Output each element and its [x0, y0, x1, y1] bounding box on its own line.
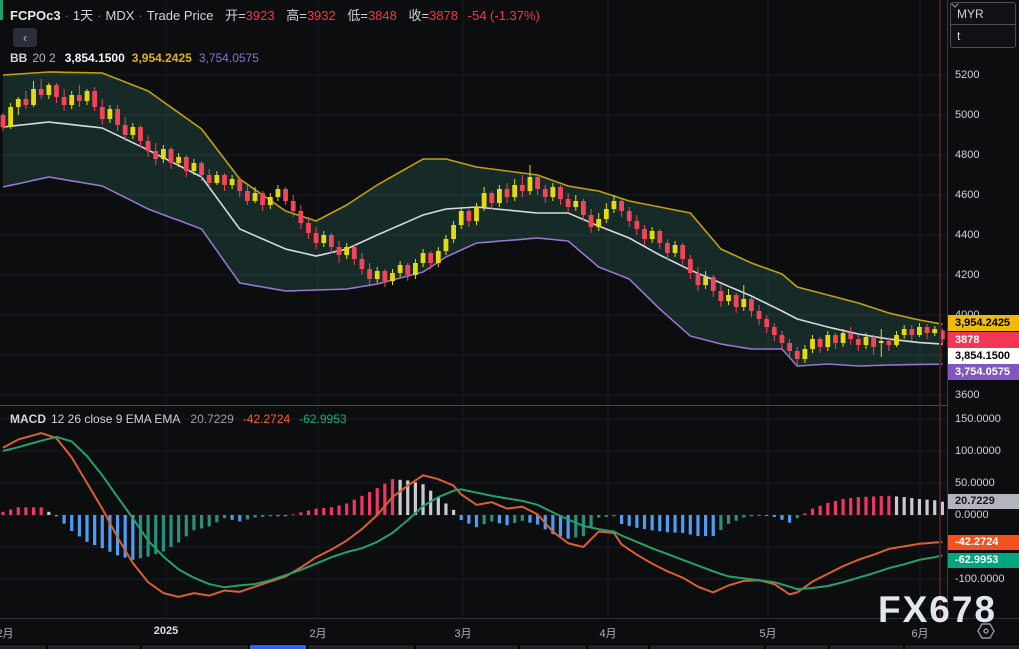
axis-unit-selector: MYR t [950, 2, 1016, 48]
bottom-edge-strip [0, 644, 1019, 649]
back-button[interactable]: ‹ [13, 28, 37, 47]
bottom-strip-segment [416, 645, 518, 649]
time-tick-label: 5月 [759, 628, 777, 640]
bollinger-bands-layer [2, 71, 943, 367]
price-label-chip: 3,954.2425 [948, 315, 1019, 331]
bottom-strip-segment [830, 645, 903, 649]
bb-fill [3, 72, 943, 366]
price-label-chip: 3,754.0575 [948, 364, 1019, 380]
hexagon-settings-icon [977, 623, 995, 639]
bottom-strip-segment [650, 645, 764, 649]
macd-label-chip: -42.2724 [948, 535, 1019, 550]
price-tick-label: 4400 [955, 229, 980, 241]
bottom-strip-segment [520, 645, 586, 649]
bottom-strip-accent-segment [250, 645, 306, 649]
timezone-settings-button[interactable] [976, 622, 998, 642]
bottom-strip-segment [588, 645, 648, 649]
macd-label-chip: -62.9953 [948, 553, 1019, 568]
time-axis[interactable]: 2月 2025 2月 3月 4月 5月 6月 [0, 618, 1019, 645]
macd-label-chip: 20.7229 [948, 494, 1019, 509]
chevron-down-icon [951, 3, 959, 8]
time-tick-label: 3月 [454, 628, 472, 640]
time-tick-label: 2月 [0, 628, 14, 640]
time-tick-label: 2025 [153, 625, 179, 637]
bottom-strip-segment [308, 645, 414, 649]
macd-signal-line [2, 435, 943, 591]
macd-tick-label: 150.0000 [955, 413, 1001, 425]
bottom-strip-segment [905, 645, 1019, 649]
macd-tick-label: 50.0000 [955, 477, 995, 489]
price-tick-label: 4200 [955, 269, 980, 281]
macd-tick-label: 0.0000 [955, 509, 989, 521]
price-label-chip: 3878 [948, 332, 1019, 348]
currency-dropdown[interactable]: MYR [951, 3, 1015, 24]
bottom-strip-segment [48, 645, 140, 649]
price-label-chip: 3,854.1500 [948, 348, 1019, 364]
price-tick-label: 3600 [955, 389, 980, 401]
bottom-strip-segment [0, 645, 46, 649]
price-tick-label: 4600 [955, 189, 980, 201]
bottom-strip-segment [766, 645, 828, 649]
macd-tick-label: -100.0000 [955, 573, 1005, 585]
time-tick-label: 2月 [309, 628, 327, 640]
time-tick-label: 4月 [599, 628, 617, 640]
price-tick-label: 5000 [955, 109, 980, 121]
price-tick-label: 4800 [955, 149, 980, 161]
bottom-strip-segment [142, 645, 248, 649]
currency-value: MYR [957, 6, 984, 21]
chart-canvas[interactable] [0, 0, 947, 618]
left-edge-artifact [0, 0, 3, 20]
unit-value: t [957, 28, 961, 43]
time-tick-label: 6月 [911, 628, 929, 640]
unit-dropdown[interactable]: t [951, 3, 1015, 46]
macd-tick-label: 100.0000 [955, 445, 1001, 457]
price-axis[interactable]: MYR t 5200500048004600440042004000360015… [947, 0, 1019, 618]
price-tick-label: 5200 [955, 69, 980, 81]
trading-chart-window: FCPOc3 · 1天 · MDX · Trade Price 开=3923 高=3932 … [0, 0, 1019, 649]
